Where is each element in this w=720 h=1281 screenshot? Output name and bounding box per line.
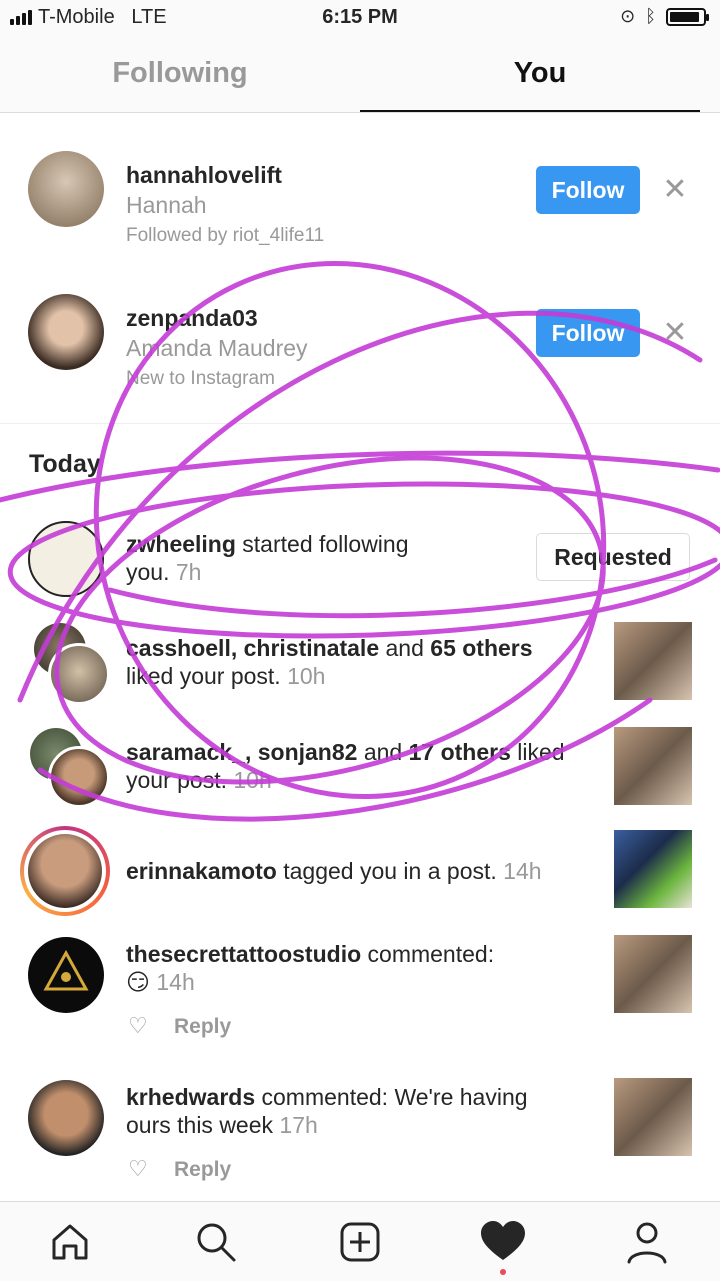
bottom-nav: [0, 1201, 720, 1281]
active-tab-indicator: [360, 110, 700, 112]
activity-message: liked: [510, 739, 565, 765]
follow-button[interactable]: Follow: [536, 166, 640, 214]
activity-text: thesecrettattoostudio commented:: [126, 940, 494, 968]
suggestion-name: Hannah: [126, 192, 207, 218]
avatar[interactable]: [48, 746, 110, 808]
suggestion-note: Followed by riot_4life11: [126, 225, 325, 246]
activity-username[interactable]: zwheeling: [126, 531, 236, 557]
profile-icon[interactable]: [623, 1218, 671, 1266]
avatar[interactable]: [28, 937, 104, 1013]
timestamp: 10h: [287, 663, 326, 689]
tab-you-label: You: [513, 57, 567, 89]
heart-icon[interactable]: [479, 1218, 527, 1266]
timestamp: 7h: [175, 559, 202, 585]
activity-text-line2: you. 7h: [126, 558, 201, 586]
avatar[interactable]: [28, 151, 104, 227]
section-divider: [0, 423, 720, 424]
avatar[interactable]: [28, 521, 104, 597]
activity-text: casshoell, christinatale and 65 others: [126, 634, 533, 662]
status-bar: T-Mobile LTE 6:15 PM ⊙ ᛒ: [0, 0, 720, 36]
suggestion-username[interactable]: hannahlovelift: [126, 161, 282, 189]
follow-button[interactable]: Follow: [536, 309, 640, 357]
comment-emoji: 😏: [126, 969, 150, 995]
bluetooth-icon: ᛒ: [645, 6, 656, 26]
home-icon[interactable]: [46, 1218, 94, 1266]
notification-dot: [500, 1269, 506, 1275]
activity-text-line2: 😏 14h: [126, 968, 195, 996]
add-icon[interactable]: [336, 1218, 384, 1266]
activity-message: your post.: [126, 767, 227, 793]
activity-message: started following: [235, 531, 409, 557]
timestamp: 10h: [233, 767, 272, 793]
activity-usernames[interactable]: casshoell, christinatale: [126, 635, 379, 661]
tab-you[interactable]: You: [360, 36, 720, 112]
post-thumbnail[interactable]: [614, 830, 692, 908]
avatar[interactable]: [48, 643, 110, 705]
search-icon[interactable]: [192, 1218, 240, 1266]
requested-button[interactable]: Requested: [536, 533, 690, 581]
suggestion-note: New to Instagram: [126, 368, 275, 389]
activity-text: zwheeling started following: [126, 530, 409, 558]
activity-text-line2: liked your post. 10h: [126, 662, 325, 690]
activity-others[interactable]: 17 others: [409, 739, 511, 765]
timestamp: 17h: [279, 1112, 318, 1138]
activity-message: ours this week: [126, 1112, 274, 1138]
activity-message: you.: [126, 559, 170, 585]
clock: 6:15 PM: [322, 6, 398, 28]
timestamp: 14h: [156, 969, 195, 995]
activity-username[interactable]: krhedwards: [126, 1084, 255, 1110]
post-thumbnail[interactable]: [614, 727, 692, 805]
activity-text: krhedwards commented: We're having: [126, 1083, 528, 1111]
suggestion-username[interactable]: zenpanda03: [126, 304, 258, 332]
section-title: Today: [29, 450, 101, 478]
activity-message: and: [357, 739, 409, 765]
avatar[interactable]: [28, 1080, 104, 1156]
activity-message: commented: We're having: [255, 1084, 528, 1110]
avatar[interactable]: [28, 834, 102, 908]
avatar[interactable]: [28, 294, 104, 370]
activity-username[interactable]: thesecrettattoostudio: [126, 941, 361, 967]
post-thumbnail[interactable]: [614, 935, 692, 1013]
dismiss-icon[interactable]: ✕: [660, 172, 690, 207]
tab-following[interactable]: Following: [0, 36, 360, 112]
activity-username[interactable]: erinnakamoto: [126, 858, 277, 884]
activity-message: tagged you in a post.: [276, 858, 497, 884]
like-comment-icon[interactable]: ♡: [128, 1013, 148, 1039]
activity-message: liked your post.: [126, 663, 281, 689]
activity-text-line2: your post. 10h: [126, 766, 272, 794]
activity-text: saramack_, sonjan82 and 17 others liked: [126, 738, 565, 766]
activity-text-line2: ours this week 17h: [126, 1111, 318, 1139]
orientation-lock-icon: ⊙: [620, 6, 636, 26]
suggestion-name: Amanda Maudrey: [126, 335, 308, 361]
activity-usernames[interactable]: saramack_, sonjan82: [126, 739, 357, 765]
activity-text: erinnakamoto tagged you in a post. 14h: [126, 857, 542, 885]
post-thumbnail[interactable]: [614, 1078, 692, 1156]
like-comment-icon[interactable]: ♡: [128, 1156, 148, 1182]
activity-message: commented:: [361, 941, 495, 967]
activity-others[interactable]: 65 others: [430, 635, 532, 661]
battery-icon: [666, 7, 709, 26]
timestamp: 14h: [503, 858, 542, 884]
activity-tabs: Following You: [0, 36, 720, 113]
reply-button[interactable]: Reply: [174, 1015, 231, 1039]
dismiss-icon[interactable]: ✕: [660, 315, 690, 350]
tattoo-logo-icon: [43, 949, 89, 991]
post-thumbnail[interactable]: [614, 622, 692, 700]
reply-button[interactable]: Reply: [174, 1158, 231, 1182]
activity-message: and: [379, 635, 431, 661]
